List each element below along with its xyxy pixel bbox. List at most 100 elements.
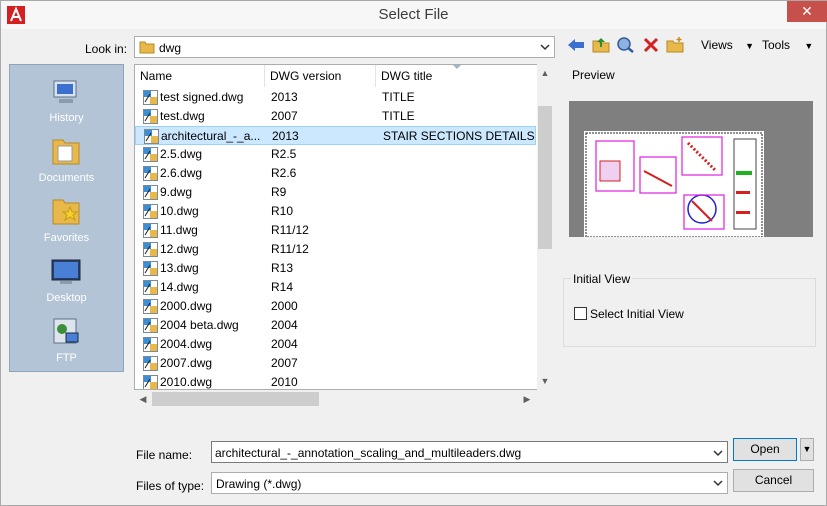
file-row[interactable]: test.dwg 2007 TITLE [135,107,536,126]
horizontal-scroll-thumb[interactable] [152,392,319,406]
dwg-file-icon [143,147,158,162]
file-name-cell: 13.dwg [160,261,199,275]
drawing-thumbnail [584,131,764,237]
file-name-cell: architectural_-_a... [161,129,261,143]
folder-icon [139,41,155,54]
chevron-down-icon[interactable] [712,447,724,459]
file-name-input[interactable]: architectural_-_annotation_scaling_and_m… [211,441,728,463]
horizontal-scrollbar[interactable]: ◀ ▶ [135,390,536,408]
file-version-cell: 2000 [271,299,298,313]
file-row[interactable]: 2010.dwg 2010 [135,373,536,389]
file-name-cell: 10.dwg [160,204,199,218]
dwg-file-icon [143,280,158,295]
views-menu[interactable]: Views ▼ [701,38,754,52]
history-icon [53,80,77,103]
file-version-cell: 2004 [271,337,298,351]
file-row[interactable]: 9.dwg R9 [135,183,536,202]
dwg-file-icon [143,356,158,371]
file-version-cell: 2010 [271,375,298,389]
files-of-type-dropdown[interactable]: Drawing (*.dwg) [211,472,728,494]
file-row[interactable]: 11.dwg R11/12 [135,221,536,240]
close-button[interactable]: ✕ [787,1,827,22]
place-ftp[interactable]: FTP [10,310,123,370]
column-header-dwg-version[interactable]: DWG version [265,65,376,87]
new-folder-icon[interactable] [665,36,685,54]
file-title-cell: TITLE [382,109,415,123]
scroll-left-icon[interactable]: ◀ [135,391,151,407]
file-row[interactable]: 13.dwg R13 [135,259,536,278]
ftp-icon [53,318,79,344]
cancel-button[interactable]: Cancel [733,469,814,492]
dwg-file-icon [143,375,158,389]
chevron-down-icon: ▼ [745,41,755,51]
documents-folder-icon [52,139,80,165]
file-row[interactable]: 10.dwg R10 [135,202,536,221]
file-name-cell: 12.dwg [160,242,199,256]
file-row[interactable]: 2000.dwg 2000 [135,297,536,316]
vertical-scrollbar[interactable]: ▲ ▼ [537,64,553,390]
place-documents[interactable]: Documents [10,130,123,190]
select-initial-view-checkbox[interactable] [574,307,587,320]
search-web-icon[interactable] [616,36,636,54]
column-header-name[interactable]: Name [135,65,265,87]
dwg-file-icon [143,261,158,276]
file-version-cell: R10 [271,204,294,218]
vertical-scroll-thumb[interactable] [538,106,552,249]
file-title-cell: TITLE [382,90,415,104]
look-in-label: Look in: [85,42,128,56]
file-row[interactable]: 2007.dwg 2007 [135,354,536,373]
dwg-file-icon [143,337,158,352]
file-version-cell: 2013 [272,129,299,143]
file-row[interactable]: test signed.dwg 2013 TITLE [135,88,536,107]
dwg-file-icon [143,318,158,333]
file-row[interactable]: architectural_-_a... 2013 STAIR SECTIONS D… [135,126,536,145]
place-favorites[interactable]: Favorites [10,190,123,250]
file-version-cell: 2004 [271,318,298,332]
scroll-right-icon[interactable]: ▶ [519,391,535,407]
chevron-down-icon [713,480,723,487]
file-row[interactable]: 2.5.dwg R2.5 [135,145,536,164]
file-name-cell: 2004 beta.dwg [160,318,239,332]
look-in-dropdown[interactable]: dwg [134,36,555,58]
sort-indicator-icon [453,65,461,69]
scroll-down-icon[interactable]: ▼ [537,373,553,389]
file-name-label: File name: [136,448,193,462]
drawing-preview [569,101,813,237]
file-name-cell: 2000.dwg [160,299,213,313]
file-version-cell: 2007 [271,356,298,370]
file-version-cell: 2013 [271,90,298,104]
dwg-file-icon [144,129,159,144]
file-row[interactable]: 2.6.dwg R2.6 [135,164,536,183]
file-name-cell: test.dwg [160,109,205,123]
file-title-cell: STAIR SECTIONS DETAILS [383,129,535,143]
file-row[interactable]: 14.dwg R14 [135,278,536,297]
open-options-chevron-icon[interactable]: ▼ [800,438,814,461]
delete-icon[interactable] [641,36,661,54]
file-version-cell: R2.6 [271,166,297,180]
file-row[interactable]: 2004 beta.dwg 2004 [135,316,536,335]
place-history[interactable]: History [10,70,123,130]
initial-view-label: Initial View [571,272,633,286]
file-row[interactable]: 2004.dwg 2004 [135,335,536,354]
up-one-level-icon[interactable] [591,36,611,54]
file-name-cell: 2007.dwg [160,356,213,370]
dwg-file-icon [143,242,158,257]
file-version-cell: R13 [271,261,294,275]
chevron-down-icon: ▼ [804,41,814,51]
file-name-cell: 11.dwg [160,223,198,237]
desktop-monitor-icon [51,259,81,284]
file-version-cell: R2.5 [271,147,297,161]
select-file-dialog: Select File ✕ Look in: dwg Views ▼ Tools… [0,0,827,506]
select-initial-view-label: Select Initial View [590,307,684,321]
dwg-file-icon [143,299,158,314]
place-desktop[interactable]: Desktop [10,250,123,310]
file-name-cell: 2010.dwg [160,375,213,389]
scroll-up-icon[interactable]: ▲ [537,65,553,81]
file-row[interactable]: 12.dwg R11/12 [135,240,536,259]
open-button[interactable]: Open [733,438,797,461]
file-name-cell: 9.dwg [160,185,193,199]
tools-menu[interactable]: Tools ▼ [762,38,813,52]
dwg-file-icon [143,185,158,200]
back-arrow-icon[interactable] [566,36,586,54]
look-in-value: dwg [159,41,182,55]
